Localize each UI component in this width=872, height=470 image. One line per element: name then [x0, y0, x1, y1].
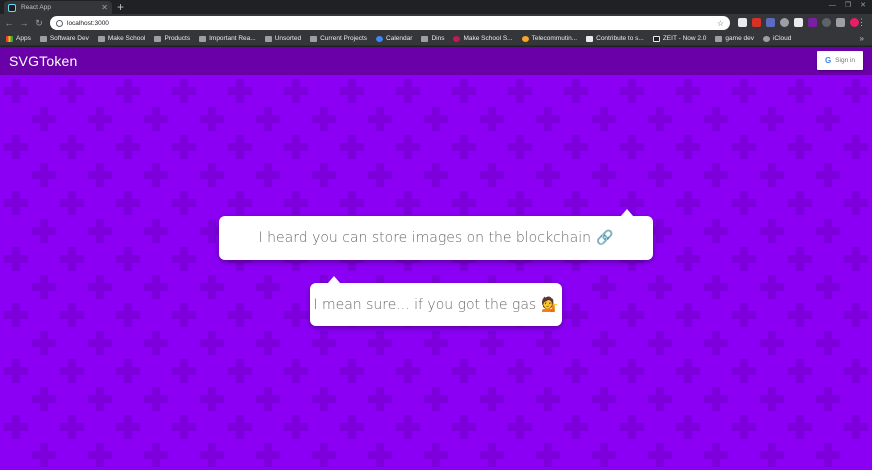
speech-bubble-gas: I mean sure... if you got the gas 💁	[310, 276, 562, 326]
calendar-icon	[376, 35, 384, 42]
react-favicon-icon	[8, 3, 16, 12]
bubble-text: I heard you can store images on the bloc…	[258, 230, 591, 246]
reload-icon[interactable]: ↻	[33, 18, 45, 29]
google-signin-button[interactable]: G Sign in	[817, 51, 863, 70]
restore-icon[interactable]: ❐	[845, 1, 851, 11]
bookmark-folder[interactable]: Make School	[97, 35, 145, 42]
bookmarks-overflow-icon[interactable]: »	[860, 32, 864, 46]
folder-icon	[310, 35, 318, 42]
extensions-area	[738, 18, 859, 27]
window-controls: — ❐ ✕	[829, 1, 866, 11]
link-icon: 🔗	[595, 230, 614, 246]
extension-icon[interactable]	[822, 18, 831, 27]
bookmark-folder[interactable]: Current Projects	[310, 35, 367, 42]
speech-bubble-blockchain: I heard you can store images on the bloc…	[219, 209, 653, 260]
extension-icon[interactable]	[766, 18, 775, 27]
browser-tab[interactable]: React App ✕	[4, 1, 112, 14]
apps-icon	[6, 35, 13, 42]
site-icon	[453, 35, 461, 42]
bookmark-site[interactable]: Make School S...	[453, 35, 513, 42]
browser-tab-strip: React App ✕ + — ❐ ✕	[0, 0, 872, 14]
bubble-tail	[621, 209, 633, 216]
close-window-icon[interactable]: ✕	[860, 1, 866, 11]
site-info-icon[interactable]	[56, 19, 63, 27]
github-icon	[586, 35, 594, 42]
new-tab-button[interactable]: +	[117, 0, 124, 14]
bookmark-apps[interactable]: Apps	[6, 35, 31, 42]
folder-icon	[154, 35, 162, 42]
bookmark-folder[interactable]: Dins	[421, 35, 444, 42]
address-url[interactable]: localhost:3000	[67, 20, 717, 27]
site-icon	[521, 35, 529, 42]
bubble-text: I mean sure... if you got the gas	[313, 296, 537, 313]
address-bar[interactable]: localhost:3000 ☆	[50, 16, 730, 30]
zeit-icon	[652, 35, 660, 42]
tab-title: React App	[21, 4, 51, 11]
extension-icon[interactable]	[752, 18, 761, 27]
bookmark-site[interactable]: iCloud	[762, 35, 791, 42]
tipping-hand-icon: 💁	[541, 296, 559, 313]
bookmark-folder[interactable]: Unsorted	[264, 35, 301, 42]
folder-icon	[39, 35, 47, 42]
folder-icon	[264, 35, 272, 42]
google-icon: G	[824, 56, 832, 65]
bookmark-folder[interactable]: game dev	[715, 35, 754, 42]
bookmark-star-icon[interactable]: ☆	[717, 19, 724, 28]
bookmark-site[interactable]: ZEIT - Now 2.0	[652, 35, 706, 42]
extension-icon[interactable]	[780, 18, 789, 27]
forward-icon[interactable]: →	[18, 18, 30, 28]
close-tab-icon[interactable]: ✕	[101, 3, 108, 12]
extension-icon[interactable]	[836, 18, 845, 27]
bookmark-folder[interactable]: Software Dev	[39, 35, 89, 42]
back-icon[interactable]: ←	[3, 18, 15, 28]
brand-title[interactable]: SVGToken	[9, 53, 78, 69]
browser-toolbar: ← → ↻ localhost:3000 ☆ ⋮	[0, 14, 872, 32]
bubble-tail	[328, 276, 340, 283]
folder-icon	[715, 35, 723, 42]
bookmark-folder[interactable]: Important Rea...	[199, 35, 256, 42]
signin-label: Sign in	[835, 57, 856, 64]
bookmark-site[interactable]: Contribute to s...	[586, 35, 644, 42]
icloud-icon	[762, 35, 770, 42]
minimize-icon[interactable]: —	[829, 1, 836, 11]
extension-icon[interactable]	[738, 18, 747, 27]
bookmark-folder[interactable]: Products	[154, 35, 190, 42]
folder-icon	[421, 35, 429, 42]
bookmarks-bar: Apps Software Dev Make School Products I…	[0, 32, 872, 46]
folder-icon	[199, 35, 207, 42]
pattern-background	[0, 75, 872, 470]
app-navbar: SVGToken G Sign in	[0, 47, 872, 75]
extension-icon[interactable]	[808, 18, 817, 27]
extension-icon[interactable]	[794, 18, 803, 27]
folder-icon	[97, 35, 105, 42]
browser-menu-icon[interactable]: ⋮	[857, 17, 866, 28]
bookmark-site[interactable]: Telecommutin...	[521, 35, 577, 42]
bookmark-calendar[interactable]: Calendar	[376, 35, 412, 42]
main-content: I heard you can store images on the bloc…	[0, 75, 872, 470]
